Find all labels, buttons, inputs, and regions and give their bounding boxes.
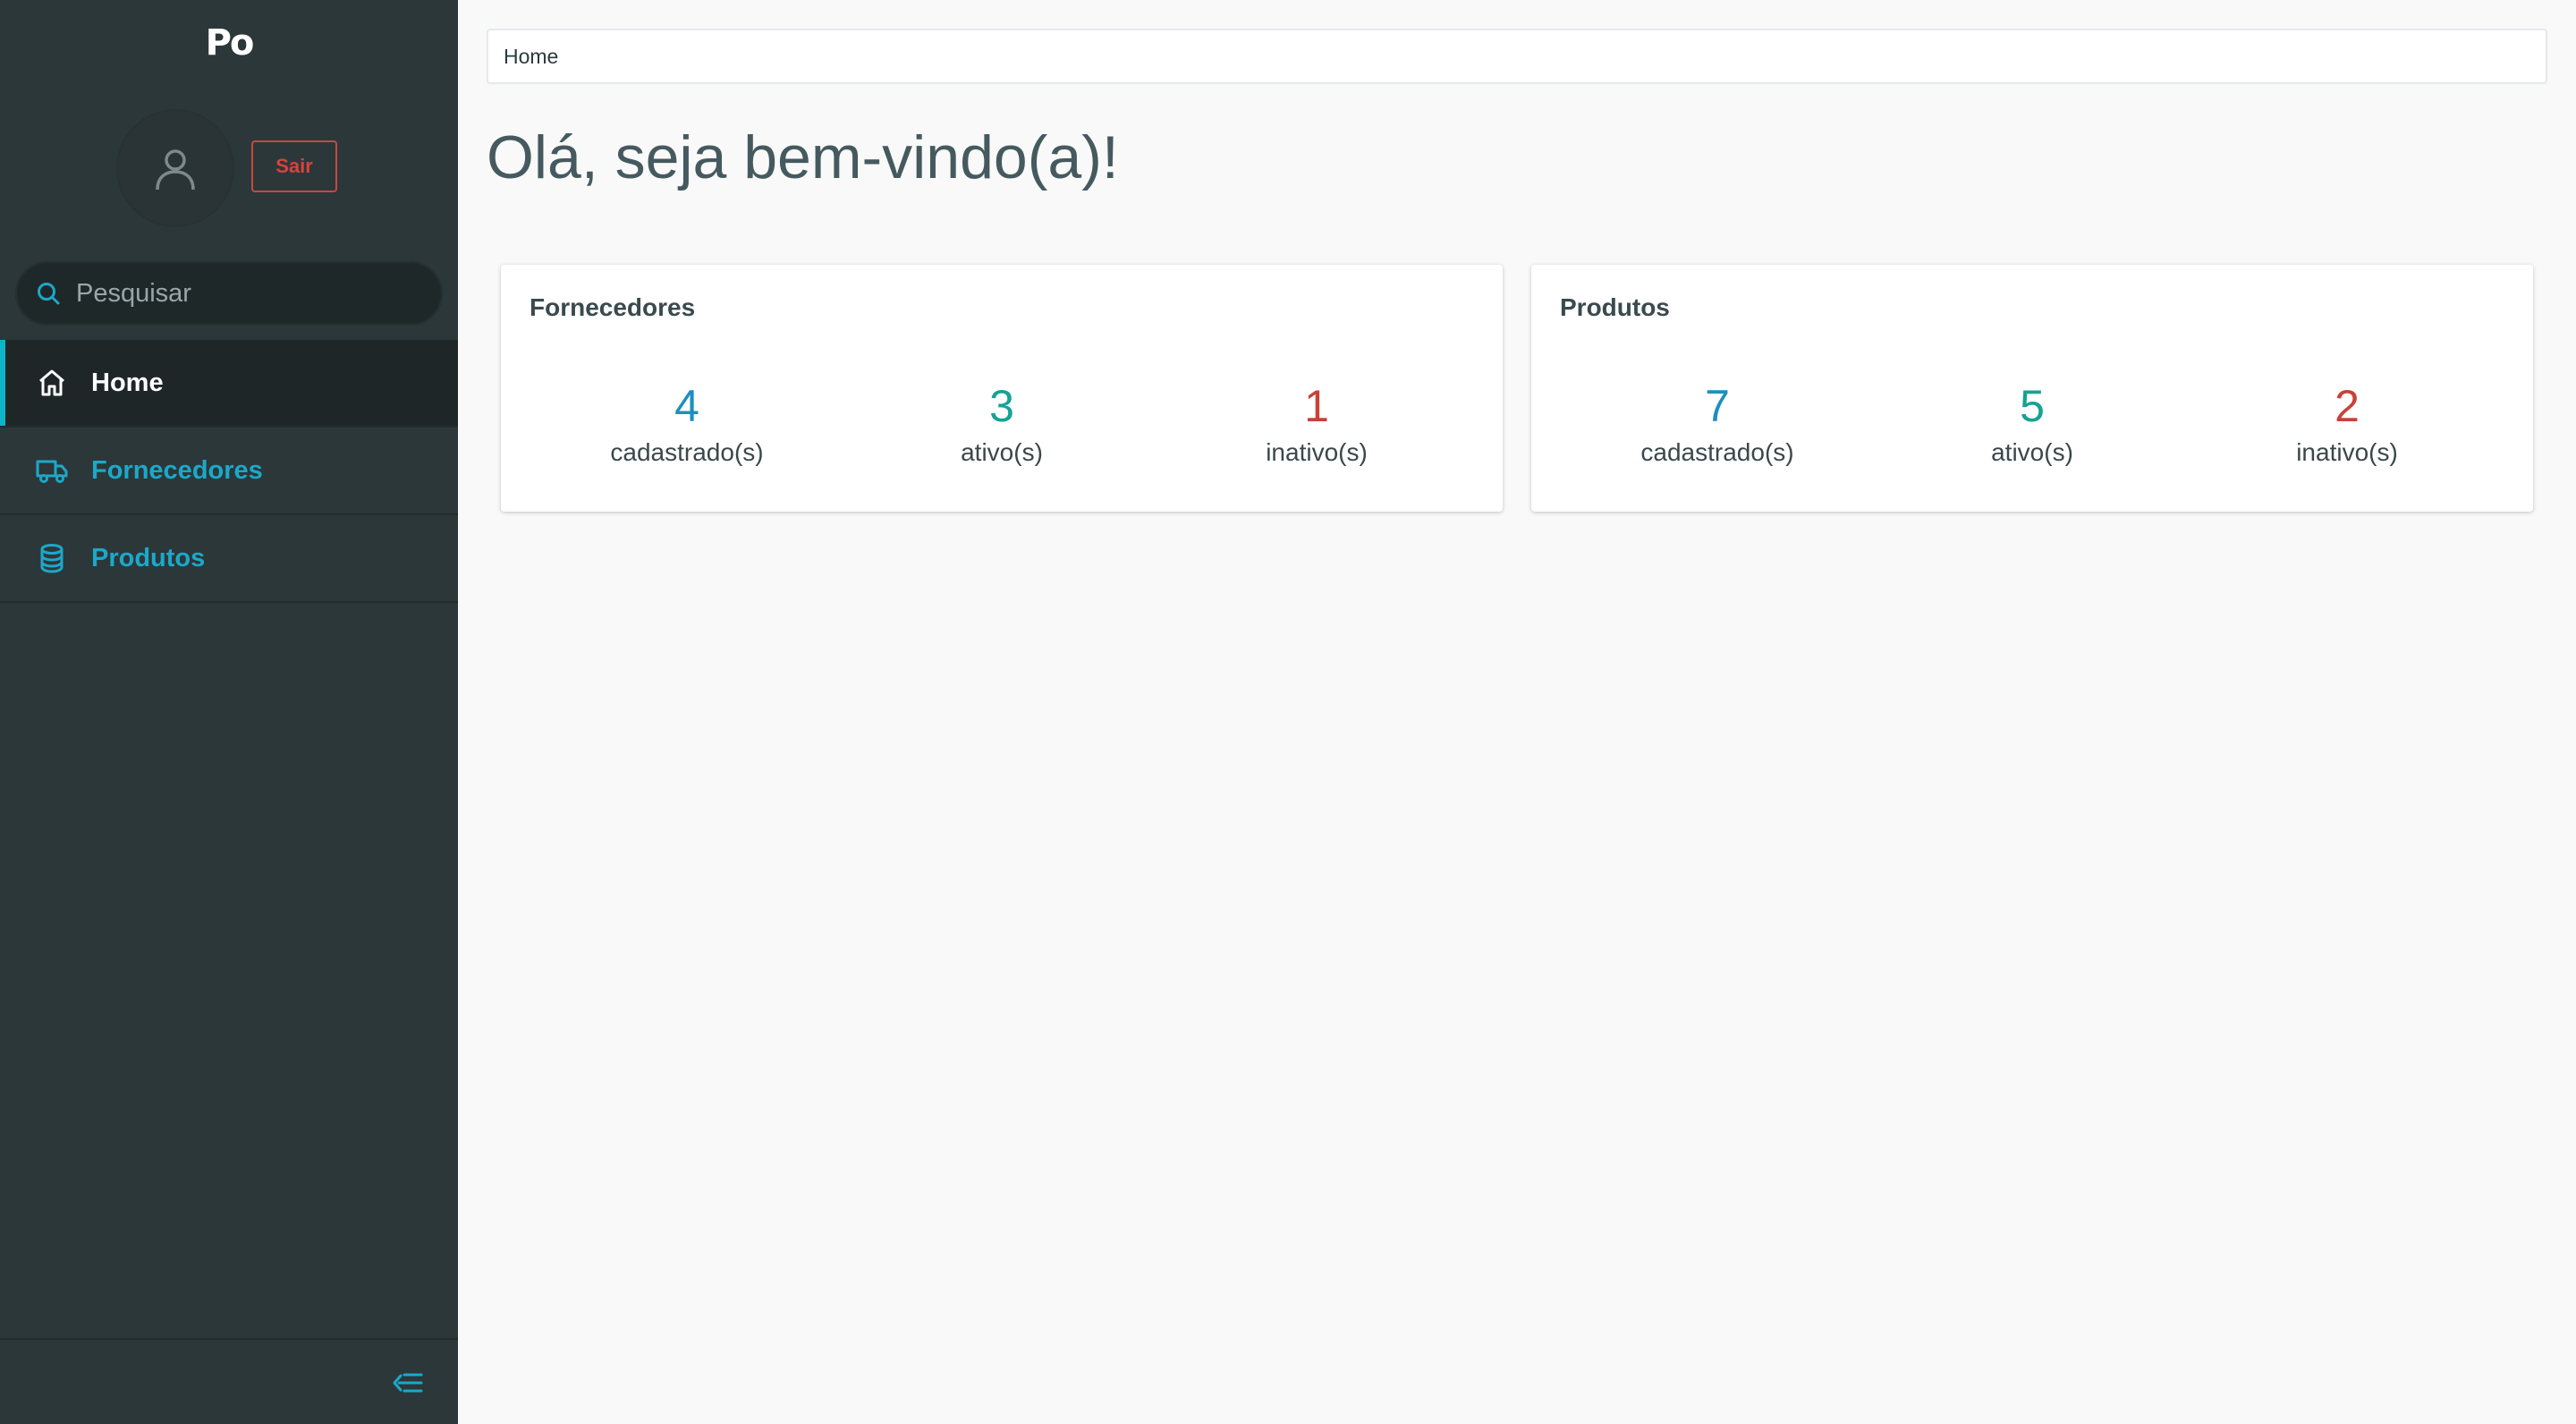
- stats-row: 4 cadastrado(s) 3 ativo(s) 1 inativo(s): [530, 381, 1474, 467]
- stat-cadastrados: 4 cadastrado(s): [530, 381, 844, 467]
- logout-button[interactable]: Sair: [251, 140, 337, 192]
- stat-label: inativo(s): [1266, 438, 1368, 466]
- stat-value: 1: [1304, 381, 1329, 431]
- stat-cadastrados: 7 cadastrado(s): [1560, 381, 1875, 467]
- search-input[interactable]: [76, 278, 434, 309]
- breadcrumb-item-home[interactable]: Home: [504, 45, 558, 69]
- truck-icon: [36, 454, 68, 487]
- stat-label: inativo(s): [2296, 438, 2398, 466]
- sidebar-item-label: Fornecedores: [91, 455, 263, 485]
- page-title: Olá, seja bem-vindo(a)!: [487, 123, 1119, 191]
- stat-label: ativo(s): [1991, 438, 2073, 466]
- avatar[interactable]: [118, 111, 233, 225]
- search-box[interactable]: [15, 261, 443, 326]
- sidebar-item-fornecedores[interactable]: Fornecedores: [0, 428, 458, 515]
- stat-inativos: 1 inativo(s): [1159, 381, 1474, 467]
- sidebar-item-label: Home: [91, 368, 164, 397]
- user-icon: [156, 149, 195, 191]
- stat-value: 2: [2334, 381, 2360, 431]
- sidebar: Po Sair Home: [0, 0, 458, 1424]
- sidebar-menu: Home Fornecedores Produtos: [0, 340, 458, 603]
- search-icon: [35, 280, 62, 307]
- breadcrumb: Home: [487, 29, 2547, 84]
- home-icon: [36, 367, 68, 399]
- collapse-menu-icon[interactable]: [390, 1365, 426, 1401]
- app-logo: Po: [205, 22, 255, 64]
- produtos-card: Produtos 7 cadastrado(s) 5 ativo(s) 2 in…: [1531, 265, 2533, 512]
- sidebar-item-label: Produtos: [91, 543, 206, 572]
- fornecedores-card: Fornecedores 4 cadastrado(s) 3 ativo(s) …: [501, 265, 1503, 512]
- stat-label: cadastrado(s): [610, 438, 764, 466]
- sidebar-item-home[interactable]: Home: [0, 340, 458, 428]
- stat-inativos: 2 inativo(s): [2190, 381, 2504, 467]
- stat-label: ativo(s): [961, 438, 1043, 466]
- card-title: Produtos: [1560, 293, 1670, 321]
- stat-value: 4: [674, 381, 699, 431]
- sidebar-item-produtos[interactable]: Produtos: [0, 515, 458, 603]
- stat-value: 5: [2020, 381, 2045, 431]
- sidebar-footer: [0, 1338, 458, 1424]
- stat-label: cadastrado(s): [1640, 438, 1794, 466]
- card-title: Fornecedores: [530, 293, 696, 321]
- stat-ativos: 3 ativo(s): [844, 381, 1159, 467]
- database-icon: [36, 542, 68, 574]
- stat-ativos: 5 ativo(s): [1875, 381, 2190, 467]
- stat-value: 7: [1705, 381, 1730, 431]
- stat-value: 3: [989, 381, 1014, 431]
- stats-row: 7 cadastrado(s) 5 ativo(s) 2 inativo(s): [1560, 381, 2504, 467]
